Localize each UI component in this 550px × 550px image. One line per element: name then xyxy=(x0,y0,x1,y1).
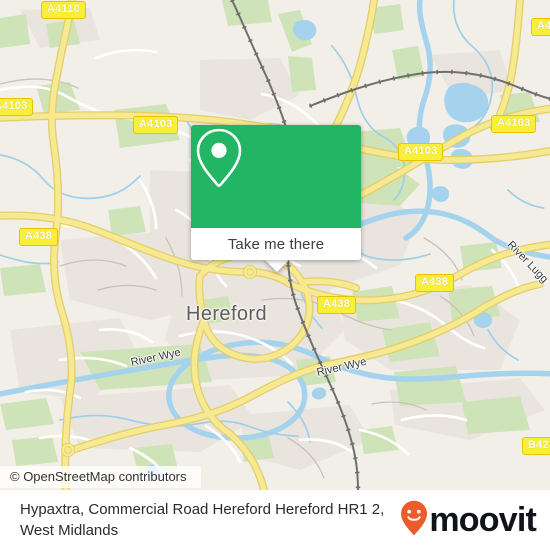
osm-attribution[interactable]: © OpenStreetMap contributors xyxy=(0,466,201,488)
moovit-smiley-pin-icon xyxy=(400,500,428,541)
location-address: Hypaxtra, Commercial Road Hereford Heref… xyxy=(20,501,385,539)
road-shield-a4103-east: A4103 xyxy=(491,115,537,133)
road-shield-a4103-north: A4103 xyxy=(133,116,179,134)
road-shield-a438-centre: A438 xyxy=(317,296,357,314)
popup-image-area xyxy=(191,125,361,228)
location-popup-card[interactable]: Take me there xyxy=(191,125,361,260)
map-canvas[interactable]: Hereford River Wye River Wye River Lugg … xyxy=(0,0,550,490)
moovit-wordmark: moovit xyxy=(429,501,536,539)
footer-bar: Hypaxtra, Commercial Road Hereford Heref… xyxy=(0,490,550,550)
take-me-there-button[interactable]: Take me there xyxy=(191,228,361,260)
road-shield-a4103-west-edge: A4103 xyxy=(0,98,34,116)
road-shield-a438-west: A438 xyxy=(19,228,59,246)
map-screenshot: Hereford River Wye River Wye River Lugg … xyxy=(0,0,550,550)
road-shield-a4103-centre: A4103 xyxy=(398,143,444,161)
take-me-there-label: Take me there xyxy=(227,235,325,253)
road-shield-a4-top-right: A4 xyxy=(531,18,550,36)
road-shield-b42-bottom-right: B42 xyxy=(522,437,550,455)
popup-pointer xyxy=(263,258,291,272)
road-shield-a4110: A4110 xyxy=(41,1,86,19)
moovit-logo[interactable]: moovit xyxy=(400,500,550,541)
road-shield-a438-east: A438 xyxy=(415,274,455,292)
map-place-label-hereford: Hereford xyxy=(186,303,268,325)
